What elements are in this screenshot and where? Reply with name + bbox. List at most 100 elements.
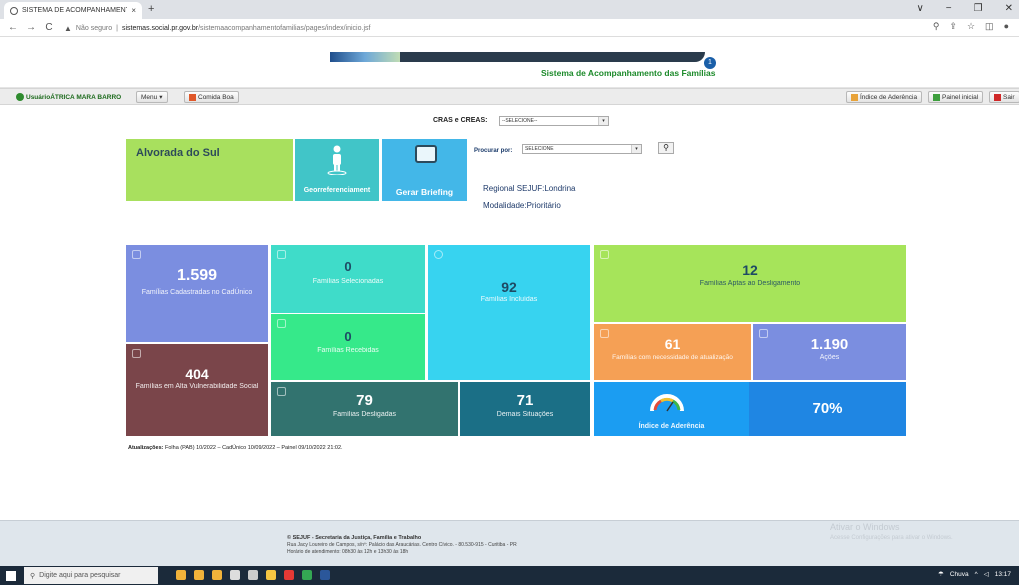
sair-label: Sair: [1003, 93, 1015, 101]
windows-start-icon[interactable]: [6, 571, 16, 581]
exit-icon: [994, 93, 1001, 101]
card-percentual-value: 70%: [812, 400, 843, 417]
gerar-briefing-button[interactable]: Gerar Briefing: [382, 139, 467, 201]
alert-icon: [132, 349, 141, 358]
file-explorer-icon[interactable]: [266, 570, 276, 580]
zoom-icon[interactable]: ⚲: [933, 21, 940, 32]
chrome-icon[interactable]: [302, 570, 312, 580]
share-icon[interactable]: ⇪: [949, 21, 957, 32]
indice-aderencia-button[interactable]: Índice de Aderência: [846, 91, 923, 103]
card-aderencia[interactable]: Índice de Aderência: [594, 382, 749, 436]
painel-inicial-button[interactable]: Painel inicial: [928, 91, 984, 103]
procurar-select[interactable]: SELECIONE ▾: [522, 144, 642, 154]
card-demais[interactable]: 71 Demais Situações: [460, 382, 590, 436]
georeferenciamento-button[interactable]: Georreferenciament: [295, 139, 379, 201]
word-icon[interactable]: [320, 570, 330, 580]
monitor-icon: [415, 145, 437, 163]
card-acoes-value: 1.190: [810, 336, 849, 353]
card-incluidas[interactable]: 92 Famílias Incluídas: [428, 245, 590, 380]
back-button[interactable]: ←: [8, 22, 18, 33]
address-bar: ← → C ▲ Não seguro | sistemas.social.pr.…: [0, 19, 1019, 37]
url-domain: sistemas.social.pr.gov.br: [121, 24, 199, 32]
card-alta-value: 404: [185, 366, 209, 382]
search-button[interactable]: ⚲: [658, 142, 674, 154]
georeferenciamento-label: Georreferenciament: [303, 187, 371, 194]
sidebar-icon[interactable]: ◫: [985, 21, 994, 32]
card-cadastradas[interactable]: 1.599 Famílias Cadastradas no CadÚnico: [126, 245, 268, 342]
card-demais-value: 71: [516, 392, 534, 409]
minimize-button[interactable]: −: [946, 3, 952, 14]
card-aptas[interactable]: 12 Famílias Aptas ao Desligamento: [594, 245, 906, 322]
card-desligadas[interactable]: 79 Famílias Desligadas: [271, 382, 458, 436]
user-name: UsuárioÁTRICA MARA BARRO: [26, 93, 122, 101]
card-cadastradas-value: 1.599: [176, 267, 218, 284]
clock[interactable]: 13:17: [995, 571, 1011, 578]
door-icon: [600, 250, 609, 259]
emoji-app-icon[interactable]: [176, 570, 186, 580]
tab-close-button[interactable]: ×: [131, 6, 136, 15]
card-incluidas-caption: Famílias Incluídas: [480, 296, 538, 303]
card-aderencia-caption: Índice de Aderência: [638, 423, 705, 430]
new-tab-button[interactable]: +: [148, 3, 154, 15]
forward-button[interactable]: →: [26, 22, 36, 33]
close-window-button[interactable]: ✕: [1005, 3, 1013, 14]
atualizacoes-label: Atualizações:: [128, 445, 164, 451]
card-atualizacao[interactable]: 61 Famílias com necessidade de atualizaç…: [594, 324, 751, 380]
select-icon: [277, 250, 286, 259]
task-view-icon[interactable]: [248, 570, 258, 580]
cras-select[interactable]: --SELECIONE-- ▾: [499, 116, 609, 126]
reload-button[interactable]: C: [44, 22, 54, 33]
windows-watermark-title: Ativar o Windows: [830, 522, 900, 532]
tray-chevron-icon[interactable]: ^: [975, 571, 978, 578]
card-atualizacao-caption: Famílias com necessidade de atualização: [612, 354, 733, 361]
cortana-icon[interactable]: [230, 570, 240, 580]
taskbar-search[interactable]: ⚲ Digite aqui para pesquisar: [24, 567, 158, 584]
modalidade-label: Modalidade:Prioritário: [483, 201, 561, 210]
card-percentual[interactable]: 70%: [749, 382, 906, 436]
card-desligadas-value: 79: [356, 392, 373, 409]
opera-icon[interactable]: [284, 570, 294, 580]
browser-tab[interactable]: SISTEMA DE ACOMPANHAMENT ×: [4, 2, 142, 19]
star-icon[interactable]: ☆: [967, 21, 975, 32]
url-separator: |: [116, 24, 118, 32]
emoji-app-icon[interactable]: [212, 570, 222, 580]
tab-title: SISTEMA DE ACOMPANHAMENT: [22, 7, 128, 14]
atualizacoes-value: Folha (PAB) 10/2022 – CadÚnico 10/09/202…: [165, 445, 343, 451]
card-recebidas[interactable]: 0 Famílias Recebidas: [271, 314, 425, 380]
url-field[interactable]: ▲ Não seguro | sistemas.social.pr.gov.br…: [64, 21, 370, 35]
chevron-down-icon: ▾: [159, 94, 163, 101]
weather-label: Chuva: [949, 570, 969, 578]
user-label: UsuárioÁTRICA MARA BARRO: [16, 93, 121, 101]
card-acoes[interactable]: 1.190 Ações: [753, 324, 906, 380]
window-controls: ∨ − ❐ ✕: [916, 3, 1013, 14]
profile-icon[interactable]: ●: [1004, 21, 1009, 32]
card-alta-caption: Famílias em Alta Vulnerabilidade Social: [135, 383, 259, 390]
regional-label: Regional SEJUF:Londrina: [483, 184, 576, 193]
chevron-down-icon: ▾: [631, 145, 641, 153]
cras-select-value: --SELECIONE--: [502, 118, 538, 124]
sair-button[interactable]: Sair: [989, 91, 1019, 103]
url-path: /sistemaacompanhamentofamilias/pages/ind…: [198, 24, 371, 32]
windows-watermark-sub: Acesse Configurações para ativar o Windo…: [830, 535, 953, 541]
tab-list-button[interactable]: ∨: [916, 3, 923, 14]
search-icon: ⚲: [663, 143, 669, 152]
browser-tab-bar: SISTEMA DE ACOMPANHAMENT × + ∨ − ❐ ✕: [0, 0, 1019, 19]
volume-icon[interactable]: ◁: [984, 570, 989, 578]
comida-boa-button[interactable]: Comida Boa: [184, 91, 239, 103]
system-tray: ☂ Chuva ^ ◁ 13:17: [938, 570, 1011, 579]
taskbar-apps: [176, 570, 330, 580]
target-icon: [434, 250, 443, 259]
card-aptas-caption: Famílias Aptas ao Desligamento: [699, 280, 801, 287]
weather-icon[interactable]: ☂: [938, 570, 944, 578]
footer-org: © SEJUF - Secretaria da Justiça, Família…: [287, 535, 422, 541]
emoji-app-icon[interactable]: [194, 570, 204, 580]
card-alta-vulnerabilidade[interactable]: 404 Famílias em Alta Vulnerabilidade Soc…: [126, 344, 268, 436]
menu-button[interactable]: Menu ▾: [136, 91, 168, 103]
card-selecionadas[interactable]: 0 Famílias Selecionadas: [271, 245, 425, 313]
card-demais-caption: Demais Situações: [496, 411, 554, 418]
card-incluidas-value: 92: [501, 279, 517, 295]
painel-label: Painel inicial: [942, 93, 979, 101]
maximize-button[interactable]: ❐: [974, 3, 983, 14]
card-aptas-value: 12: [742, 262, 758, 278]
search-icon: ⚲: [30, 572, 36, 580]
